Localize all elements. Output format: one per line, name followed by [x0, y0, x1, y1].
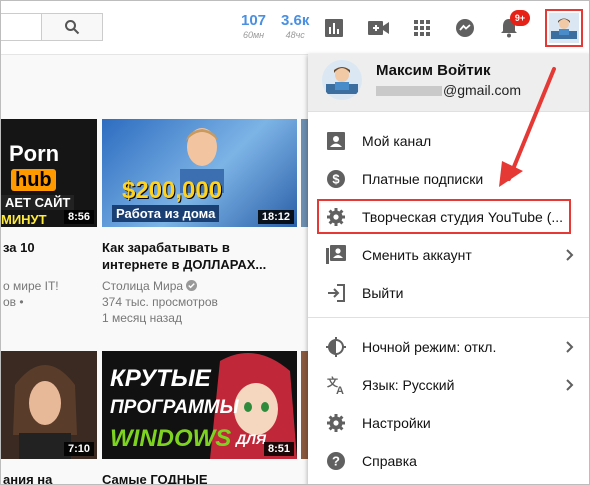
- video-title[interactable]: Самые ГОДНЫЕ: [102, 471, 208, 484]
- stat-views-value: 107: [241, 12, 267, 29]
- chevron-right-icon: [562, 247, 578, 263]
- video-thumbnail[interactable]: $200,000 Работа из дома 18:12: [102, 119, 297, 227]
- stat-hours-value: 3.6к: [281, 12, 310, 29]
- user-email: @gmail.com: [376, 82, 521, 98]
- thumb-text: АЕТ САЙТ: [1, 195, 75, 210]
- video-duration: 8:51: [263, 442, 294, 456]
- menu-divider: [308, 317, 589, 318]
- menu-item-language[interactable]: 文A Язык: Русский: [308, 367, 589, 403]
- upload-button[interactable]: [367, 16, 391, 40]
- email-domain: @gmail.com: [443, 82, 522, 98]
- menu-item-help[interactable]: ? Справка: [308, 443, 589, 479]
- video-channel[interactable]: о мире IT!: [3, 278, 59, 294]
- app-frame: 107 60мн 3.6к 48чс 9+ Porn hub АЕТ САЙТ …: [0, 0, 590, 485]
- menu-item-my-channel[interactable]: Мой канал: [308, 123, 589, 159]
- account-avatar-button[interactable]: [545, 9, 583, 47]
- menu-item-paid-subscriptions[interactable]: $ Платные подписки: [308, 161, 589, 197]
- user-name: Максим Войтик: [376, 62, 491, 79]
- thumb-text: Работа из дома: [112, 205, 220, 222]
- account-header: Максим Войтик @gmail.com: [308, 54, 589, 112]
- switch-account-icon: [325, 244, 347, 266]
- thumb-text: hub: [11, 169, 56, 191]
- video-channel[interactable]: Столица Мира: [102, 278, 198, 294]
- menu-item-switch-account[interactable]: Сменить аккаунт: [308, 237, 589, 273]
- notification-badge: 9+: [510, 10, 530, 26]
- analytics-button[interactable]: [322, 16, 346, 40]
- video-views: ов •: [3, 295, 24, 309]
- channel-name: Столица Мира: [102, 279, 184, 293]
- video-title[interactable]: Как зарабатывать в: [102, 239, 230, 256]
- video-camera-plus-icon: [368, 21, 389, 35]
- apps-grid-icon: [414, 20, 430, 36]
- email-redaction: [376, 86, 442, 97]
- dollar-circle-icon: $: [325, 168, 347, 190]
- video-duration: 7:10: [63, 442, 94, 456]
- account-box-icon: [325, 130, 347, 152]
- search-input[interactable]: [1, 13, 41, 41]
- highlight-box: [317, 199, 571, 234]
- thumb-text: ДЛЯ: [236, 431, 266, 447]
- settings-icon: [325, 412, 347, 434]
- thumb-text: Porn: [9, 141, 60, 166]
- video-age: 1 месяц назад: [102, 311, 182, 325]
- thumb-text: WINDOWS: [110, 425, 232, 452]
- messages-button[interactable]: [453, 16, 477, 40]
- svg-text:$: $: [332, 172, 340, 187]
- bar-chart-icon: [325, 19, 343, 37]
- apps-button[interactable]: [410, 16, 434, 40]
- avatar: [549, 13, 579, 43]
- svg-text:?: ?: [332, 454, 340, 469]
- thumb-text: $200,000: [122, 177, 223, 204]
- search-icon: [65, 20, 80, 35]
- thumb-text: ПРОГРАММЫ: [110, 397, 239, 418]
- stat-views-label: 60мн: [242, 30, 265, 40]
- translate-icon: 文A: [325, 374, 347, 396]
- search-button[interactable]: [41, 13, 103, 41]
- help-icon: ?: [325, 450, 347, 472]
- account-menu: Максим Войтик @gmail.com Мой канал $ Пла…: [308, 54, 589, 484]
- svg-text:A: A: [336, 385, 344, 395]
- video-title[interactable]: ания на: [3, 471, 52, 484]
- menu-item-settings[interactable]: Настройки: [308, 405, 589, 441]
- video-views: 374 тыс. просмотров: [102, 295, 218, 309]
- night-mode-icon: [325, 336, 347, 358]
- stat-hours: 3.6к 48чс: [281, 13, 309, 41]
- menu-item-label: Настройки: [362, 415, 431, 431]
- video-thumbnail[interactable]: КРУТЫЕ ПРОГРАММЫ WINDOWS ДЛЯ 8:51: [102, 351, 297, 459]
- menu-item-sign-out[interactable]: Выйти: [308, 275, 589, 311]
- thumb-text: МИНУТ: [1, 212, 47, 227]
- thumb-text: КРУТЫЕ: [110, 365, 211, 392]
- menu-item-label: Справка: [362, 453, 417, 469]
- stat-views: 107 60мн: [241, 13, 266, 41]
- video-duration: 18:12: [257, 210, 294, 224]
- avatar-image: [322, 60, 362, 100]
- video-thumbnail[interactable]: Porn hub АЕТ САЙТ МИНУТ 8:56: [1, 119, 97, 227]
- top-bar: 107 60мн 3.6к 48чс 9+: [1, 1, 589, 55]
- menu-item-label: Сменить аккаунт: [362, 247, 472, 263]
- stat-hours-label: 48чс: [285, 30, 305, 40]
- menu-item-label: Язык: Русский: [362, 377, 455, 393]
- video-title[interactable]: интернете в ДОЛЛАРАХ...: [102, 256, 266, 273]
- menu-item-label: Ночной режим: откл.: [362, 339, 497, 355]
- chevron-right-icon: [562, 377, 578, 393]
- verified-icon: [186, 280, 198, 291]
- messenger-icon: [456, 19, 474, 37]
- video-duration: 8:56: [63, 210, 94, 224]
- menu-item-label: Платные подписки: [362, 171, 484, 187]
- menu-item-dark-mode[interactable]: Ночной режим: откл.: [308, 329, 589, 365]
- video-title[interactable]: за 10: [3, 239, 35, 256]
- menu-item-label: Мой канал: [362, 133, 432, 149]
- sign-out-icon: [325, 282, 347, 304]
- video-thumbnail[interactable]: 7:10: [1, 351, 97, 459]
- chevron-right-icon: [562, 339, 578, 355]
- menu-item-label: Выйти: [362, 285, 404, 301]
- avatar: [322, 60, 362, 100]
